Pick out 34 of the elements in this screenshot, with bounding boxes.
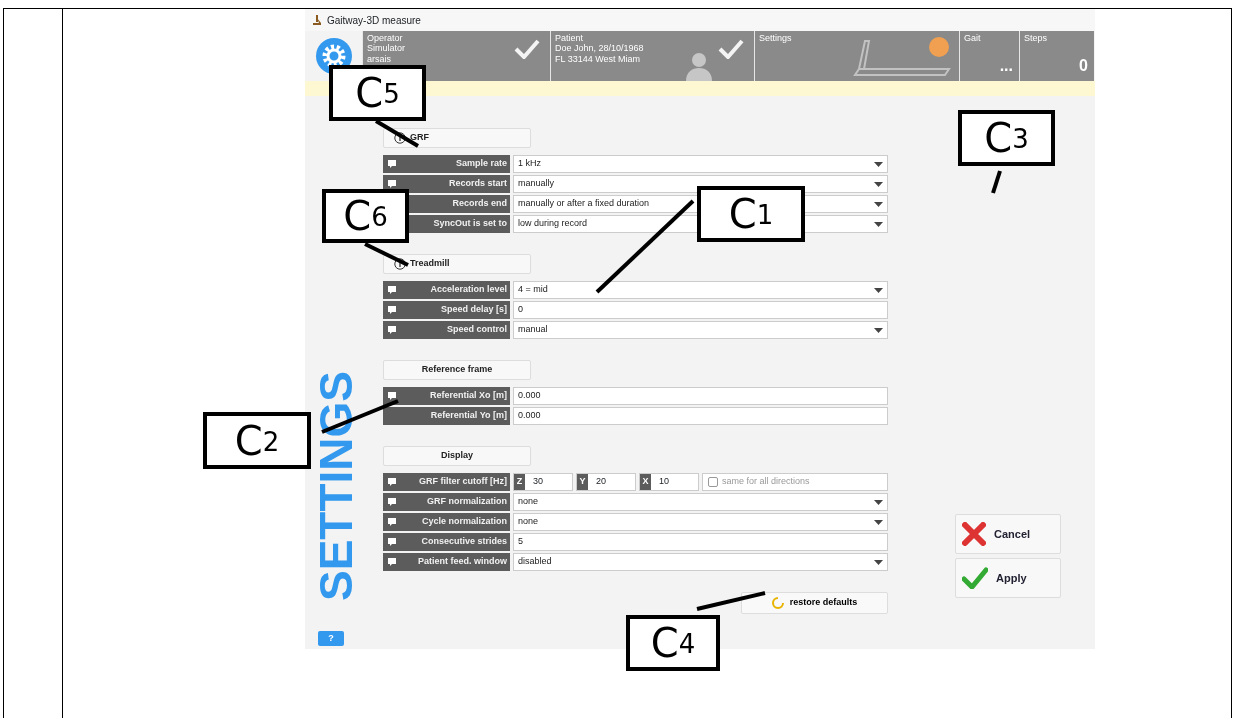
checkbox-label: same for all directions — [722, 475, 810, 489]
tile-value: 0 — [1079, 56, 1088, 75]
field-label-text: Patient feed. window — [418, 555, 507, 569]
field-label-text: Speed delay [s] — [440, 303, 507, 317]
axis-label: Y — [577, 474, 588, 490]
tile-label: Operator — [367, 33, 404, 44]
field-label-text: SyncOut is set to — [433, 217, 507, 231]
axis-label: Z — [514, 474, 525, 490]
field-label-text: GRF normalization — [427, 495, 507, 509]
field-label-text: Records start — [448, 177, 507, 191]
field-label-text: Acceleration level — [430, 283, 507, 297]
axis-label: X — [640, 474, 651, 490]
field-label-text: Cycle normalization — [421, 515, 507, 529]
field-label-text: Referential Xo [m] — [430, 389, 507, 403]
tile-text: Doe John, 28/10/1968 — [555, 43, 645, 54]
tile-label: Patient — [555, 33, 585, 44]
field-label-text: Consecutive strides — [421, 535, 507, 549]
field-label-text: Referential Yo [m] — [430, 409, 507, 423]
tile-label: Gait — [964, 33, 982, 44]
tile-text: FL 33144 West Miam — [555, 53, 642, 65]
tile-label: Settings — [759, 33, 793, 44]
field-label-text: GRF filter cutoff [Hz] — [419, 475, 507, 489]
window-title: Gaitway-3D measure — [327, 13, 421, 28]
field-label-text: Speed control — [447, 323, 507, 337]
tile-value: ... — [999, 56, 1013, 75]
field-label-text: Records end — [452, 197, 507, 211]
field-label-text: Sample rate — [455, 157, 507, 171]
tile-text: Simulator — [367, 43, 406, 54]
tile-label: Steps — [1024, 33, 1048, 44]
axis-value: 20 — [595, 475, 606, 489]
axis-value: 30 — [532, 475, 543, 489]
tile-text: arsais — [367, 53, 392, 65]
axis-value: 10 — [658, 475, 669, 489]
page-title: SETTINGS — [313, 370, 359, 601]
